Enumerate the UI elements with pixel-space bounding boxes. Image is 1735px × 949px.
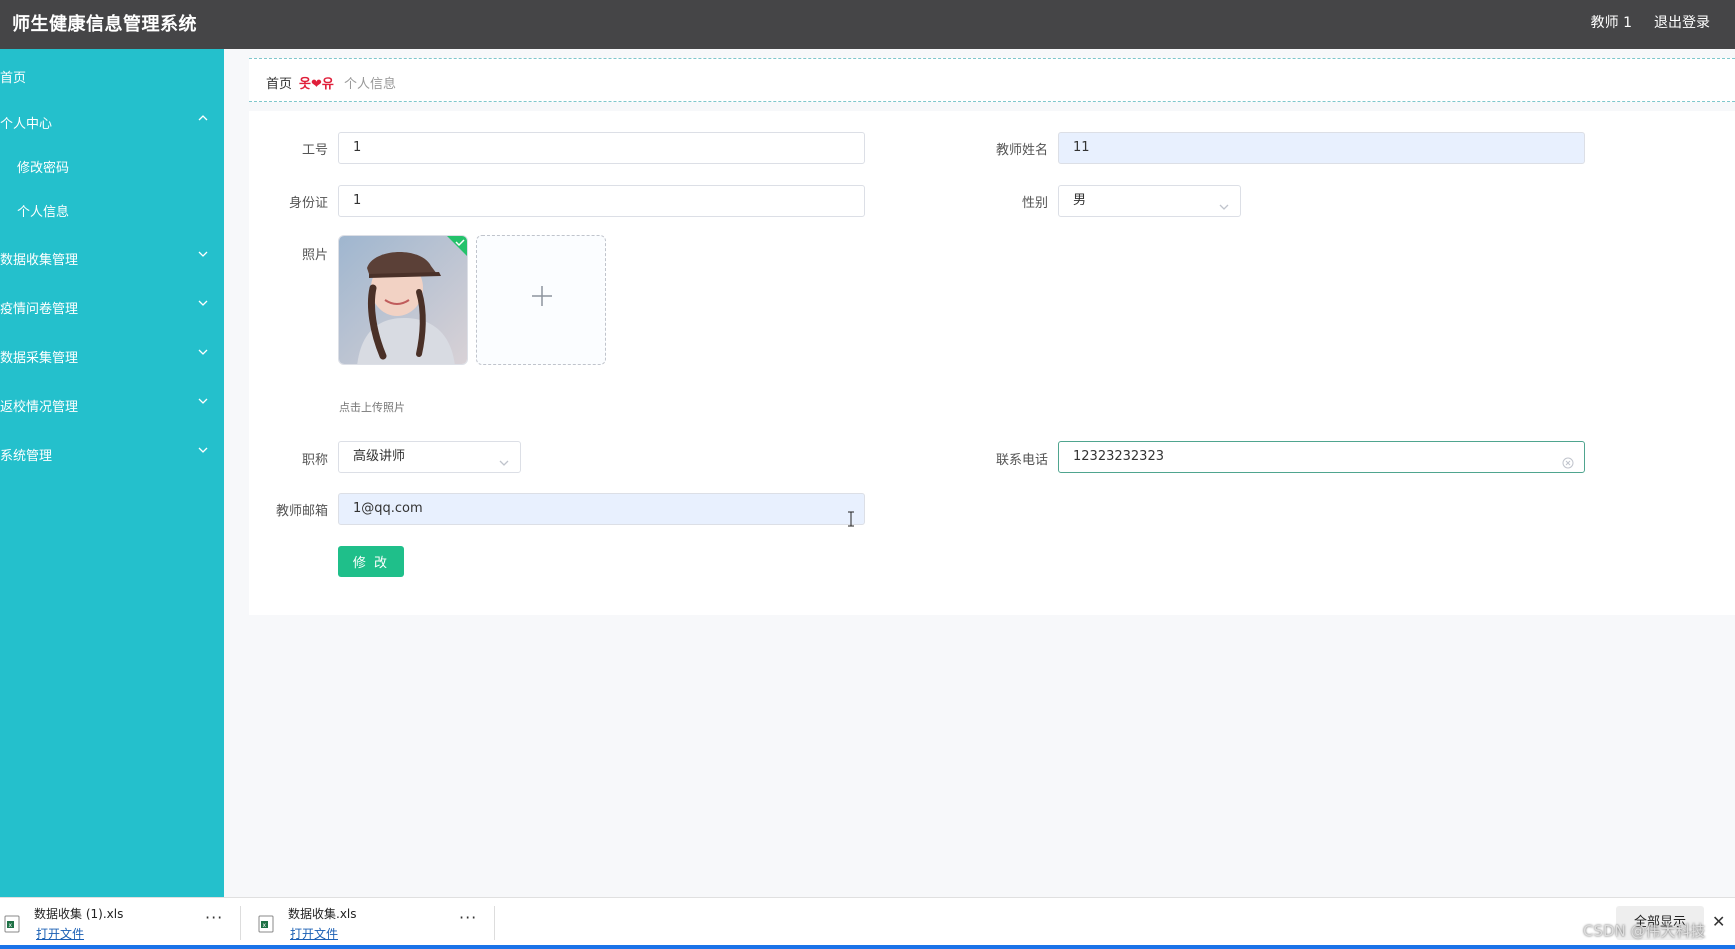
gender-label: 性别: [1021, 196, 1048, 211]
chevron-down-icon: [198, 347, 208, 357]
download-item[interactable]: x 数据收集 (1).xls 打开文件 ···: [0, 898, 240, 949]
text-cursor-icon: [846, 511, 856, 527]
divider: [240, 906, 241, 940]
svg-text:x: x: [263, 922, 267, 929]
app-title: 师生健康信息管理系统: [12, 14, 197, 35]
svg-text:x: x: [9, 922, 13, 929]
photo-thumbnail[interactable]: [338, 235, 468, 365]
sidebar-item-label: 疫情问卷管理: [0, 302, 79, 317]
upload-tip: 点击上传照片: [339, 401, 405, 414]
sidebar-item-label: 返校情况管理: [0, 400, 79, 415]
watermark: CSDN @伟大科技: [1583, 922, 1706, 940]
sidebar-item-personal-center[interactable]: 个人中心: [0, 101, 224, 141]
job-title-select[interactable]: 高级讲师: [338, 441, 521, 473]
sidebar-item-label: 数据采集管理: [0, 351, 79, 366]
name-label: 教师姓名: [995, 143, 1048, 158]
close-icon[interactable]: ✕: [1712, 912, 1725, 931]
id-field[interactable]: 1: [338, 132, 865, 164]
window-bottom-bar: [0, 945, 1735, 949]
sidebar-item-data-gathering[interactable]: 数据采集管理: [0, 335, 224, 375]
chevron-up-icon: [198, 113, 208, 123]
breadcrumb-current: 个人信息: [344, 77, 397, 92]
sidebar-item-label: 个人中心: [0, 117, 53, 132]
photo-label: 照片: [301, 248, 328, 263]
download-bar: x 数据收集 (1).xls 打开文件 ··· x 数据收集.xls 打开文件 …: [0, 897, 1735, 949]
gender-select[interactable]: 男: [1058, 185, 1241, 217]
download-file-name: 数据收集.xls: [288, 907, 357, 921]
phone-label: 联系电话: [995, 453, 1048, 468]
plus-icon: [532, 286, 552, 306]
chevron-down-icon: [1218, 195, 1230, 210]
chevron-down-icon: [198, 249, 208, 259]
sidebar-item-change-password[interactable]: 修改密码: [0, 145, 224, 185]
gender-value: 男: [1073, 193, 1087, 208]
download-item[interactable]: x 数据收集.xls 打开文件 ···: [254, 898, 494, 949]
sidebar-item-system[interactable]: 系统管理: [0, 433, 224, 473]
photo-uploader[interactable]: [476, 235, 606, 365]
breadcrumb-home[interactable]: 首页: [266, 73, 292, 92]
sidebar-item-label: 修改密码: [17, 161, 70, 176]
clear-icon[interactable]: [1562, 451, 1574, 469]
sidebar-item-label: 首页: [0, 71, 27, 86]
sidebar-item-data-collection[interactable]: 数据收集管理: [0, 237, 224, 277]
chevron-down-icon: [198, 298, 208, 308]
chevron-down-icon: [498, 451, 510, 466]
sidebar-item-personal-info[interactable]: 个人信息: [0, 189, 224, 229]
email-label: 教师邮箱: [275, 504, 328, 519]
job-title-value: 高级讲师: [353, 449, 406, 464]
top-header: 师生健康信息管理系统 教师 1 退出登录: [0, 0, 1735, 49]
email-field[interactable]: 1@qq.com: [338, 493, 865, 525]
open-file-link[interactable]: 打开文件: [290, 925, 338, 942]
divider: [494, 906, 495, 940]
job-title-label: 职称: [301, 453, 328, 468]
chevron-down-icon: [198, 396, 208, 406]
sidebar-item-home[interactable]: 首页: [0, 55, 224, 95]
more-options-icon[interactable]: ···: [459, 908, 477, 927]
sidebar: 首页 个人中心 修改密码 个人信息 数据收集管理 疫情问卷管理 数据采集管理 返…: [0, 49, 224, 897]
open-file-link[interactable]: 打开文件: [36, 925, 84, 942]
sidebar-item-label: 数据收集管理: [0, 253, 79, 268]
current-user: 教师 1: [1590, 15, 1632, 31]
logout-button[interactable]: 退出登录: [1654, 12, 1710, 32]
breadcrumb-separator: 옷❤유: [299, 77, 334, 92]
excel-file-icon: x: [4, 915, 20, 933]
breadcrumb: 首页 옷❤유 个人信息: [249, 58, 1735, 102]
phone-value: 12323232323: [1073, 449, 1164, 464]
download-file-name: 数据收集 (1).xls: [34, 907, 124, 921]
sidebar-item-label: 系统管理: [0, 449, 53, 464]
sidebar-item-epidemic-survey[interactable]: 疫情问卷管理: [0, 286, 224, 326]
excel-file-icon: x: [258, 915, 274, 933]
id-label: 工号: [301, 143, 328, 158]
submit-button[interactable]: 修 改: [338, 546, 404, 577]
more-options-icon[interactable]: ···: [205, 908, 223, 927]
phone-field[interactable]: 12323232323: [1058, 441, 1585, 473]
idcard-field[interactable]: 1: [338, 185, 865, 217]
idcard-label: 身份证: [288, 196, 328, 211]
sidebar-item-return-school[interactable]: 返校情况管理: [0, 384, 224, 424]
sidebar-item-label: 个人信息: [17, 205, 70, 220]
chevron-down-icon: [198, 445, 208, 455]
name-field[interactable]: 11: [1058, 132, 1585, 164]
